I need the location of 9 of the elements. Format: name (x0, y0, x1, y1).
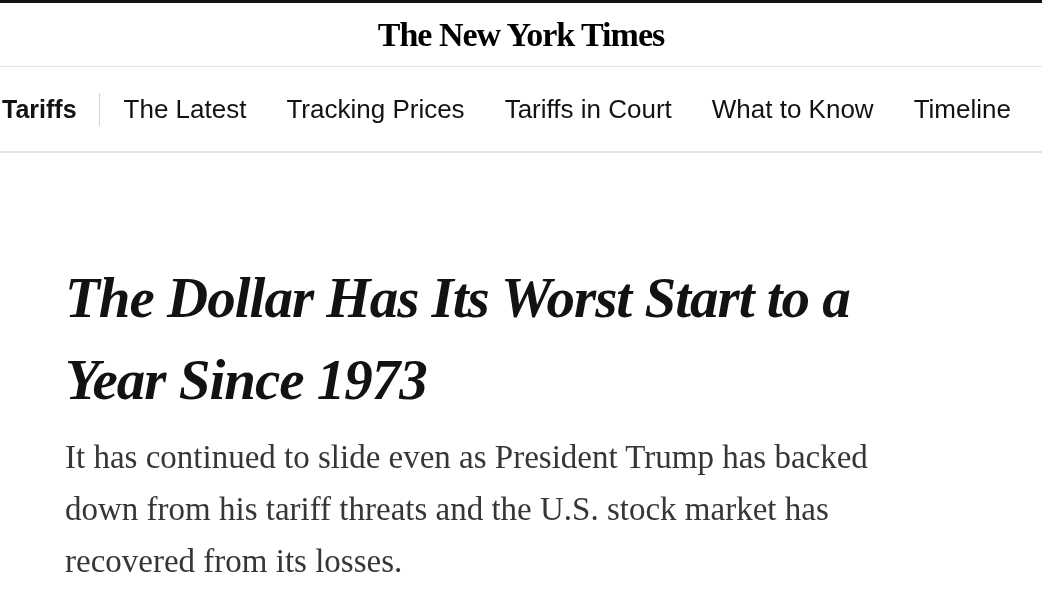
article-summary: It has continued to slide even as President Trump has backed down from his tariff threats and the U.S. stock market has recovered from its losses. (65, 438, 869, 581)
article-headline: The Dollar Has Its Worst Start to a Year Since 1973 (65, 265, 851, 413)
nav-link[interactable]: The Latest (123, 96, 247, 122)
nav-link[interactable]: What to Know (711, 96, 874, 122)
section-title[interactable]: Tariffs (2, 92, 100, 126)
nav-link[interactable]: Tracking Prices (286, 96, 465, 122)
nav-link[interactable]: Tariffs in Court (504, 96, 672, 122)
newspaper-logo[interactable]: The New York Times (377, 17, 665, 52)
nav-link[interactable]: Timeline (913, 96, 1011, 122)
